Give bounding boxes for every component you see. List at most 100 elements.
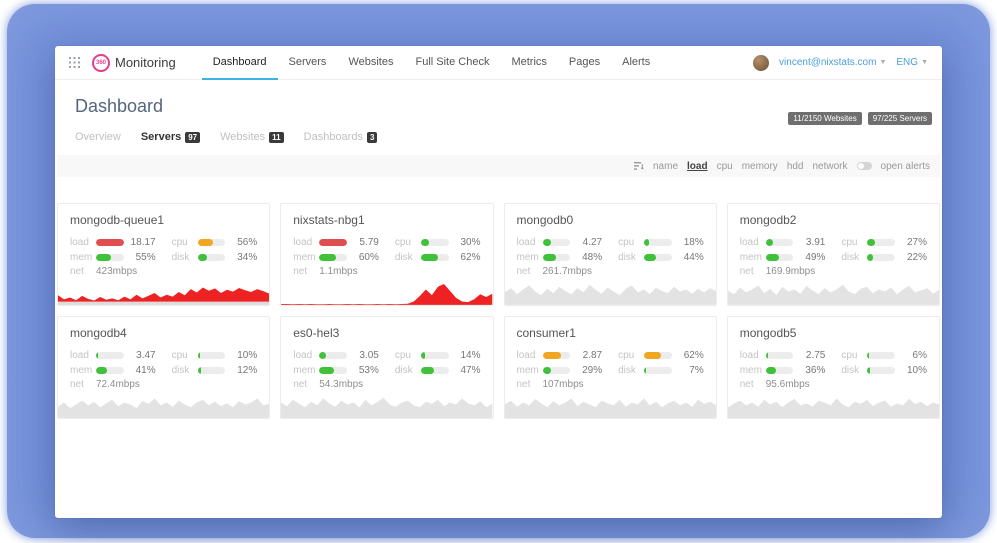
- load-label: load: [740, 237, 766, 248]
- cpu-metric: cpu 30%: [395, 236, 481, 248]
- server-name[interactable]: consumer1: [517, 326, 704, 340]
- sort-by-name[interactable]: name: [653, 161, 678, 172]
- nav-dashboard[interactable]: Dashboard: [202, 46, 278, 80]
- server-name[interactable]: nixstats-nbg1: [293, 213, 480, 227]
- net-value: 72.4mbps: [96, 379, 140, 390]
- nav-alerts[interactable]: Alerts: [611, 46, 661, 80]
- load-label: load: [293, 350, 319, 361]
- server-name[interactable]: mongodb2: [740, 213, 927, 227]
- cpu-label: cpu: [618, 237, 644, 248]
- net-value: 107mbps: [543, 379, 584, 390]
- tab-websites-count: 11: [269, 132, 283, 143]
- server-name[interactable]: es0-hel3: [293, 326, 480, 340]
- sort-by-network[interactable]: network: [813, 161, 848, 172]
- app-grid-icon[interactable]: [69, 57, 80, 68]
- server-card[interactable]: mongodb4 load 3.47 cpu 10% mem 41% disk …: [57, 316, 270, 419]
- disk-bar: [644, 367, 672, 374]
- open-alerts-toggle[interactable]: [857, 162, 872, 170]
- load-bar: [319, 239, 347, 246]
- language-selector[interactable]: ENG ▼: [896, 57, 928, 68]
- mem-value: 29%: [570, 365, 602, 376]
- mem-value: 36%: [793, 365, 825, 376]
- nav-servers[interactable]: Servers: [278, 46, 338, 80]
- load-bar: [766, 352, 794, 359]
- tab-overview[interactable]: Overview: [75, 131, 121, 143]
- disk-value: 47%: [449, 365, 481, 376]
- user-menu[interactable]: vincent@nixstats.com ▼: [779, 57, 886, 68]
- open-alerts-label[interactable]: open alerts: [881, 161, 930, 172]
- server-card[interactable]: nixstats-nbg1 load 5.79 cpu 30% mem 60% …: [280, 203, 493, 306]
- sort-by-hdd[interactable]: hdd: [787, 161, 804, 172]
- server-name[interactable]: mongodb0: [517, 213, 704, 227]
- disk-value: 44%: [672, 252, 704, 263]
- nav-pages[interactable]: Pages: [558, 46, 611, 80]
- net-label: net: [517, 379, 543, 390]
- net-label: net: [70, 266, 96, 277]
- server-metrics: load 3.47 cpu 10% mem 41% disk 12%: [70, 349, 257, 376]
- sort-by-memory[interactable]: memory: [742, 161, 778, 172]
- nav-metrics[interactable]: Metrics: [500, 46, 557, 80]
- cpu-label: cpu: [172, 350, 198, 361]
- net-metric: net 107mbps: [517, 379, 704, 390]
- server-metrics: load 3.91 cpu 27% mem 49% disk 22%: [740, 236, 927, 263]
- mem-label: mem: [293, 252, 319, 263]
- tab-websites[interactable]: Websites 11: [220, 131, 284, 143]
- disk-bar: [198, 254, 226, 261]
- nav-websites[interactable]: Websites: [337, 46, 404, 80]
- cpu-metric: cpu 56%: [172, 236, 258, 248]
- cpu-bar: [421, 352, 449, 359]
- server-name[interactable]: mongodb4: [70, 326, 257, 340]
- cpu-bar: [198, 239, 226, 246]
- mem-label: mem: [293, 365, 319, 376]
- chevron-down-icon: ▼: [921, 59, 928, 66]
- server-name[interactable]: mongodb5: [740, 326, 927, 340]
- disk-value: 7%: [672, 365, 704, 376]
- net-label: net: [740, 379, 766, 390]
- cpu-label: cpu: [172, 237, 198, 248]
- sparkline-chart: [505, 390, 716, 418]
- sparkline-chart: [728, 277, 939, 305]
- brand-logo[interactable]: 360 Monitoring: [92, 54, 176, 72]
- load-label: load: [740, 350, 766, 361]
- disk-label: disk: [172, 365, 198, 376]
- sort-by-load[interactable]: load: [687, 161, 708, 172]
- server-card[interactable]: mongodb0 load 4.27 cpu 18% mem 48% disk …: [504, 203, 717, 306]
- disk-metric: disk 44%: [618, 251, 704, 263]
- avatar[interactable]: [753, 55, 769, 71]
- server-card[interactable]: consumer1 load 2.87 cpu 62% mem 29% disk…: [504, 316, 717, 419]
- load-value: 2.75: [793, 350, 825, 361]
- disk-value: 34%: [225, 252, 257, 263]
- net-label: net: [70, 379, 96, 390]
- net-metric: net 54.3mbps: [293, 379, 480, 390]
- tab-dashboards[interactable]: Dashboards 3: [304, 131, 378, 143]
- page: 360 Monitoring Dashboard Servers Website…: [0, 0, 997, 543]
- net-value: 261.7mbps: [543, 266, 592, 277]
- load-bar: [766, 239, 794, 246]
- nav-full-site-check[interactable]: Full Site Check: [404, 46, 500, 80]
- server-metrics: load 2.75 cpu 6% mem 36% disk 10%: [740, 349, 927, 376]
- cpu-label: cpu: [841, 237, 867, 248]
- server-card[interactable]: mongodb2 load 3.91 cpu 27% mem 49% disk …: [727, 203, 940, 306]
- top-navbar: 360 Monitoring Dashboard Servers Website…: [55, 46, 942, 80]
- load-value: 4.27: [570, 237, 602, 248]
- load-value: 5.79: [347, 237, 379, 248]
- mem-value: 55%: [124, 252, 156, 263]
- disk-label: disk: [395, 365, 421, 376]
- mem-value: 41%: [124, 365, 156, 376]
- load-label: load: [70, 350, 96, 361]
- sort-by-cpu[interactable]: cpu: [717, 161, 733, 172]
- mem-bar: [319, 254, 347, 261]
- tab-servers[interactable]: Servers 97: [141, 131, 200, 143]
- tab-servers-label: Servers: [141, 131, 181, 143]
- mem-bar: [319, 367, 347, 374]
- server-card[interactable]: es0-hel3 load 3.05 cpu 14% mem 53% disk …: [280, 316, 493, 419]
- load-label: load: [70, 237, 96, 248]
- net-value: 423mbps: [96, 266, 137, 277]
- mem-label: mem: [517, 252, 543, 263]
- disk-bar: [644, 254, 672, 261]
- server-card[interactable]: mongodb-queue1 load 18.17 cpu 56% mem 55…: [57, 203, 270, 306]
- server-card[interactable]: mongodb5 load 2.75 cpu 6% mem 36% disk 1…: [727, 316, 940, 419]
- server-name[interactable]: mongodb-queue1: [70, 213, 257, 227]
- main-nav: Dashboard Servers Websites Full Site Che…: [202, 46, 662, 80]
- disk-label: disk: [618, 365, 644, 376]
